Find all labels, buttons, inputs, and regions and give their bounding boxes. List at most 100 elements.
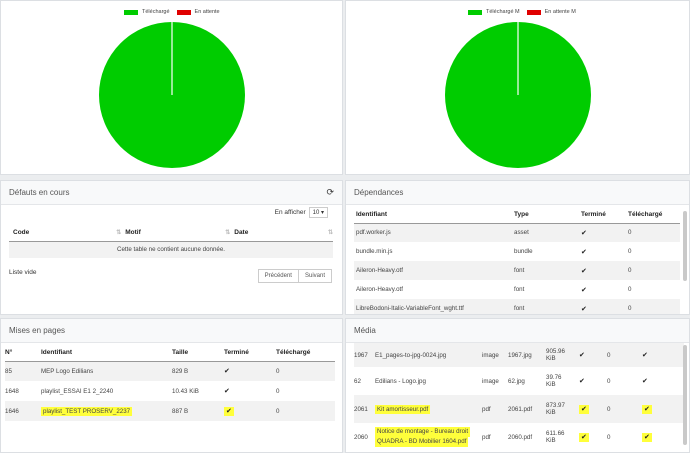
media-id: Edilians - Logo.jpg bbox=[375, 377, 426, 385]
column-header-motif[interactable]: Motif ⇅ bbox=[121, 225, 230, 241]
mep-downloaded: 0 bbox=[276, 407, 280, 415]
media-downloaded: 0 bbox=[607, 433, 611, 441]
legend-swatch-pending[interactable] bbox=[176, 9, 191, 15]
column-header-date[interactable]: Date ⇅ bbox=[230, 225, 333, 241]
empty-table-message: Cette table ne contient aucune donnée. bbox=[116, 246, 226, 254]
dep-type: font bbox=[514, 286, 525, 293]
page-length-label: En afficher bbox=[274, 209, 306, 216]
media-done-cell: ✔ bbox=[579, 423, 607, 451]
column-header-termine[interactable]: Terminé bbox=[224, 345, 276, 361]
dep-id: Aileron-Heavy.otf bbox=[356, 267, 403, 274]
dependances-scrollbar[interactable] bbox=[683, 211, 687, 281]
pagination: Précédent Suivant bbox=[257, 269, 332, 283]
check-icon: ✔ bbox=[579, 352, 585, 359]
media-id-line2: QUADRA - BD Mobilier 1604.pdf bbox=[375, 437, 469, 447]
chart-panel-right: Téléchargé M En attente M bbox=[345, 0, 690, 175]
media-size-unit: KiB bbox=[546, 355, 556, 362]
table-row[interactable]: bundle.min.js bundle ✔ 0 bbox=[354, 242, 680, 261]
media-type: pdf bbox=[482, 433, 491, 441]
chart-legend-left: Téléchargé En attente bbox=[124, 9, 220, 15]
check-icon: ✔ bbox=[579, 433, 589, 442]
mep-number: 1648 bbox=[5, 387, 19, 395]
mises-header: Mises en pages bbox=[1, 319, 342, 343]
media-table: 1967 E1_pages-to-jpg-0024.jpg image 1967… bbox=[354, 343, 684, 451]
media-size-unit: KiB bbox=[546, 409, 556, 416]
dependances-panel: Dépendances Identifiant Type Terminé Tél… bbox=[345, 180, 690, 315]
column-header-telecharge[interactable]: Téléchargé bbox=[276, 345, 335, 361]
previous-page-button[interactable]: Précédent bbox=[257, 269, 299, 283]
mep-number: 1646 bbox=[5, 407, 19, 415]
mep-size: 829 B bbox=[172, 367, 189, 375]
legend-swatch-pending-m[interactable] bbox=[526, 9, 541, 15]
check-icon: ✔ bbox=[642, 352, 648, 359]
page-length-select[interactable]: 10 ▾ bbox=[308, 207, 328, 218]
dependances-title: Dépendances bbox=[354, 188, 404, 197]
chart-legend-right: Téléchargé M En attente M bbox=[468, 9, 576, 15]
column-header-termine[interactable]: Terminé bbox=[581, 207, 628, 223]
column-header-taille[interactable]: Taille bbox=[172, 345, 224, 361]
dep-downloaded: 0 bbox=[628, 286, 632, 293]
media-downloaded: 0 bbox=[607, 405, 611, 413]
table-row[interactable]: pdf.worker.js asset ✔ 0 bbox=[354, 223, 680, 242]
table-row[interactable]: 85 MEP Logo Edilians 829 B ✔ 0 bbox=[5, 361, 335, 381]
check-icon: ✔ bbox=[581, 286, 587, 294]
defauts-header: Défauts en cours ⟳ bbox=[1, 181, 342, 205]
column-header-motif-label: Motif bbox=[125, 229, 141, 237]
legend-swatch-downloaded-m[interactable] bbox=[468, 9, 482, 15]
legend-label-downloaded[interactable]: Téléchargé bbox=[142, 9, 170, 15]
next-page-button[interactable]: Suivant bbox=[298, 269, 332, 283]
table-row[interactable]: 2061 Kit amortisseur.pdf pdf 2061.pdf 87… bbox=[354, 395, 684, 423]
table-row[interactable]: 1967 E1_pages-to-jpg-0024.jpg image 1967… bbox=[354, 343, 684, 367]
dependances-header: Dépendances bbox=[346, 181, 689, 205]
dep-id: LibreBodoni-Italic-VariableFont_wght.ttf bbox=[356, 305, 464, 312]
list-status: Liste vide bbox=[9, 269, 37, 276]
column-header-identifiant[interactable]: Identifiant bbox=[354, 207, 514, 223]
check-icon: ✔ bbox=[581, 305, 587, 313]
table-row[interactable]: 1646 playlist_TEST PROSERV_2237 887 B ✔ … bbox=[5, 401, 335, 421]
check-icon: ✔ bbox=[224, 368, 230, 376]
page-length-value: 10 bbox=[312, 210, 320, 216]
media-id-line1: Notice de montage - Bureau droit bbox=[375, 427, 471, 437]
mep-id-cell: playlist_TEST PROSERV_2237 bbox=[41, 401, 172, 421]
media-extra-cell: ✔ bbox=[642, 395, 684, 423]
column-header-type[interactable]: Type bbox=[514, 207, 581, 223]
check-icon: ✔ bbox=[579, 405, 589, 414]
table-row[interactable]: Aileron-Heavy.otf font ✔ 0 bbox=[354, 261, 680, 280]
table-row[interactable]: 62 Edilians - Logo.jpg image 62.jpg 39.7… bbox=[354, 367, 684, 395]
chart-panel-left: Téléchargé En attente bbox=[0, 0, 343, 175]
pie-chart-right bbox=[445, 22, 591, 168]
media-downloaded: 0 bbox=[607, 351, 611, 359]
mep-size: 10.43 KiB bbox=[172, 387, 199, 395]
media-size-value: 611.66 bbox=[546, 430, 565, 437]
dep-type: asset bbox=[514, 229, 529, 237]
defauts-panel: Défauts en cours ⟳ En afficher 10 ▾ Code… bbox=[0, 180, 343, 315]
table-row[interactable]: 1648 playlist_ESSAI E1 2_2240 10.43 KiB … bbox=[5, 381, 335, 401]
media-scrollbar[interactable] bbox=[683, 345, 687, 445]
table-row[interactable]: Aileron-Heavy.otf font ✔ 0 bbox=[354, 280, 680, 299]
column-header-identifiant[interactable]: Identifiant bbox=[41, 345, 172, 361]
legend-label-pending-m[interactable]: En attente M bbox=[545, 9, 576, 15]
check-icon: ✔ bbox=[581, 248, 587, 256]
mep-size: 887 B bbox=[172, 407, 189, 415]
column-header-code-label: Code bbox=[13, 229, 30, 237]
legend-label-pending[interactable]: En attente bbox=[195, 9, 220, 15]
media-size-value: 39.76 bbox=[546, 374, 562, 381]
chevron-down-icon: ▾ bbox=[320, 210, 324, 216]
media-type: pdf bbox=[482, 405, 491, 413]
table-row[interactable]: LibreBodoni-Italic-VariableFont_wght.ttf… bbox=[354, 299, 680, 314]
media-type: image bbox=[482, 351, 499, 359]
column-header-n[interactable]: N° bbox=[5, 345, 41, 361]
media-size: 611.66 KiB bbox=[546, 423, 579, 451]
media-title: Média bbox=[354, 326, 376, 335]
legend-swatch-downloaded[interactable] bbox=[124, 9, 138, 15]
column-header-code[interactable]: Code ⇅ bbox=[9, 225, 121, 241]
mep-done-cell: ✔ bbox=[224, 401, 276, 421]
sort-icon: ⇅ bbox=[225, 230, 231, 237]
table-row[interactable]: 2060 Notice de montage - Bureau droit QUA… bbox=[354, 423, 684, 451]
media-downloaded: 0 bbox=[607, 377, 611, 385]
mep-downloaded: 0 bbox=[276, 387, 280, 395]
media-number: 2060 bbox=[354, 433, 368, 441]
column-header-telecharge[interactable]: Téléchargé bbox=[628, 207, 680, 223]
legend-label-downloaded-m[interactable]: Téléchargé M bbox=[486, 9, 520, 15]
refresh-icon[interactable]: ⟳ bbox=[326, 187, 334, 198]
